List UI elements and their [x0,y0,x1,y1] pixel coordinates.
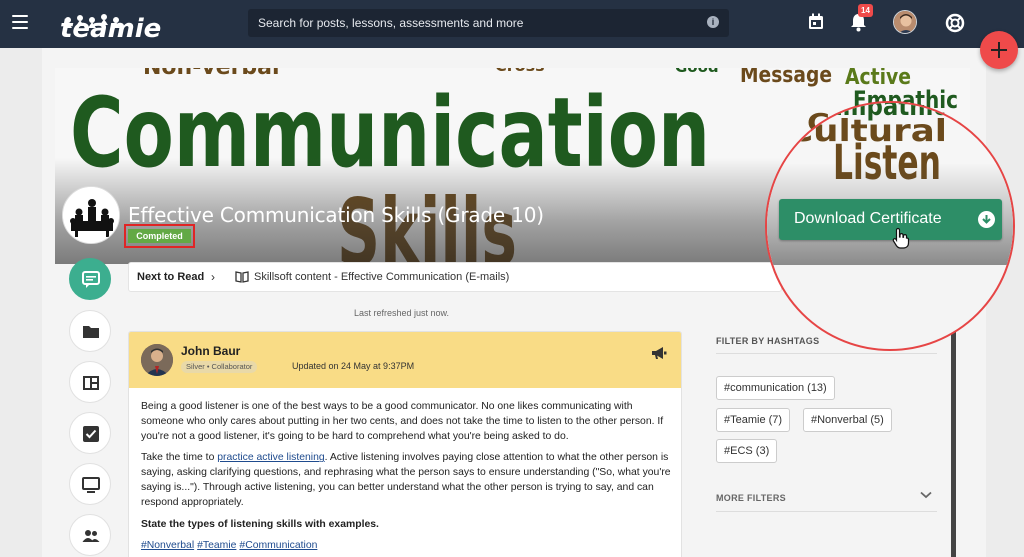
sidebar-item-materials[interactable] [69,310,111,352]
sidebar-item-dashboard[interactable] [69,361,111,403]
folder-icon [83,326,99,338]
sidebar-item-newsfeed[interactable] [69,258,111,300]
scrollbar[interactable] [951,323,956,557]
svg-text:Message: Message [740,68,832,88]
filter-panel: FILTER BY HASHTAGS #communication (13) #… [703,323,950,557]
add-button[interactable] [980,31,1018,69]
post-text: Take the time to [141,452,218,464]
chevron-down-icon[interactable] [920,491,932,499]
author-name[interactable]: John Baur [181,344,240,358]
completed-highlight: Completed [124,224,195,248]
hashtag-chip[interactable]: #communication (13) [716,376,835,400]
avatar[interactable] [893,10,917,34]
question-text: State the types of listening skills with… [141,518,379,530]
zoom-banner: Empathic Cultural Listen [767,103,1013,265]
checkbox-icon [83,426,99,442]
zoom-callout: Empathic Cultural Listen Download Certif… [765,101,1015,351]
top-bar: teamie Search for posts, lessons, assess… [0,0,1024,48]
search-placeholder: Search for posts, lessons, assessments a… [258,16,524,30]
post-updated-time: Updated on 24 May at 9:37PM [292,361,415,371]
author-avatar[interactable] [141,344,173,376]
download-certificate-label: Download Certificate [794,210,942,227]
chevron-right-icon: › [211,270,215,284]
search-bar[interactable]: Search for posts, lessons, assessments a… [248,9,729,37]
post-hashtags: #Nonverbal #Teamie #Communication [141,539,671,554]
hashtag-chip[interactable]: #Teamie (7) [716,408,791,432]
hashtag-link[interactable]: #Teamie [197,540,236,551]
dashboard-icon [83,376,99,390]
download-icon [978,211,995,228]
message-icon [82,271,100,288]
more-filters-toggle[interactable]: MORE FILTERS [716,493,786,503]
completed-badge: Completed [128,229,191,243]
author-role-badge: Silver • Collaborator [181,361,258,373]
notification-badge: 14 [858,4,873,17]
calendar-icon[interactable] [808,13,824,30]
sidebar-item-assessments[interactable] [69,412,111,454]
info-icon[interactable]: i [707,16,719,28]
filter-title: FILTER BY HASHTAGS [716,336,820,346]
post-header: John Baur Silver • Collaborator Updated … [129,332,681,388]
last-refreshed-text: Last refreshed just now. [354,308,450,318]
course-avatar [62,186,120,244]
post-paragraph: Take the time to practice active listeni… [141,451,671,510]
svg-text:Cross: Cross [495,68,545,75]
megaphone-icon [652,347,667,359]
svg-text:Good: Good [675,68,719,76]
sidebar-item-members[interactable] [69,514,111,556]
logo-figures-icon [64,14,120,28]
help-lifebuoy-icon[interactable] [945,13,965,33]
hand-cursor-icon [892,227,910,249]
monitor-icon [82,477,100,493]
post-question: State the types of listening skills with… [141,518,671,533]
hashtag-chip[interactable]: #Nonverbal (5) [803,408,892,432]
next-to-read-label: Next to Read [137,271,205,283]
divider [716,511,937,512]
post-paragraph: Being a good listener is one of the best… [141,401,664,442]
download-certificate-button[interactable]: Download Certificate [779,199,1002,240]
divider [716,353,937,354]
book-icon [235,271,249,283]
hashtag-link[interactable]: #Communication [239,540,317,551]
post-body: Being a good listener is one of the best… [141,400,671,557]
people-icon [82,530,100,542]
hashtag-link[interactable]: #Nonverbal [141,540,194,551]
active-listening-link[interactable]: practice active listening [217,452,324,463]
post-card: John Baur Silver • Collaborator Updated … [128,331,682,557]
next-to-read-bar[interactable]: Next to Read › Skillsoft content - Effec… [128,262,782,292]
next-to-read-item[interactable]: Skillsoft content - Effective Communicat… [254,271,509,283]
menu-icon[interactable] [12,15,28,29]
sidebar-item-classroom[interactable] [69,463,111,505]
hashtag-chip[interactable]: #ECS (3) [716,439,778,463]
